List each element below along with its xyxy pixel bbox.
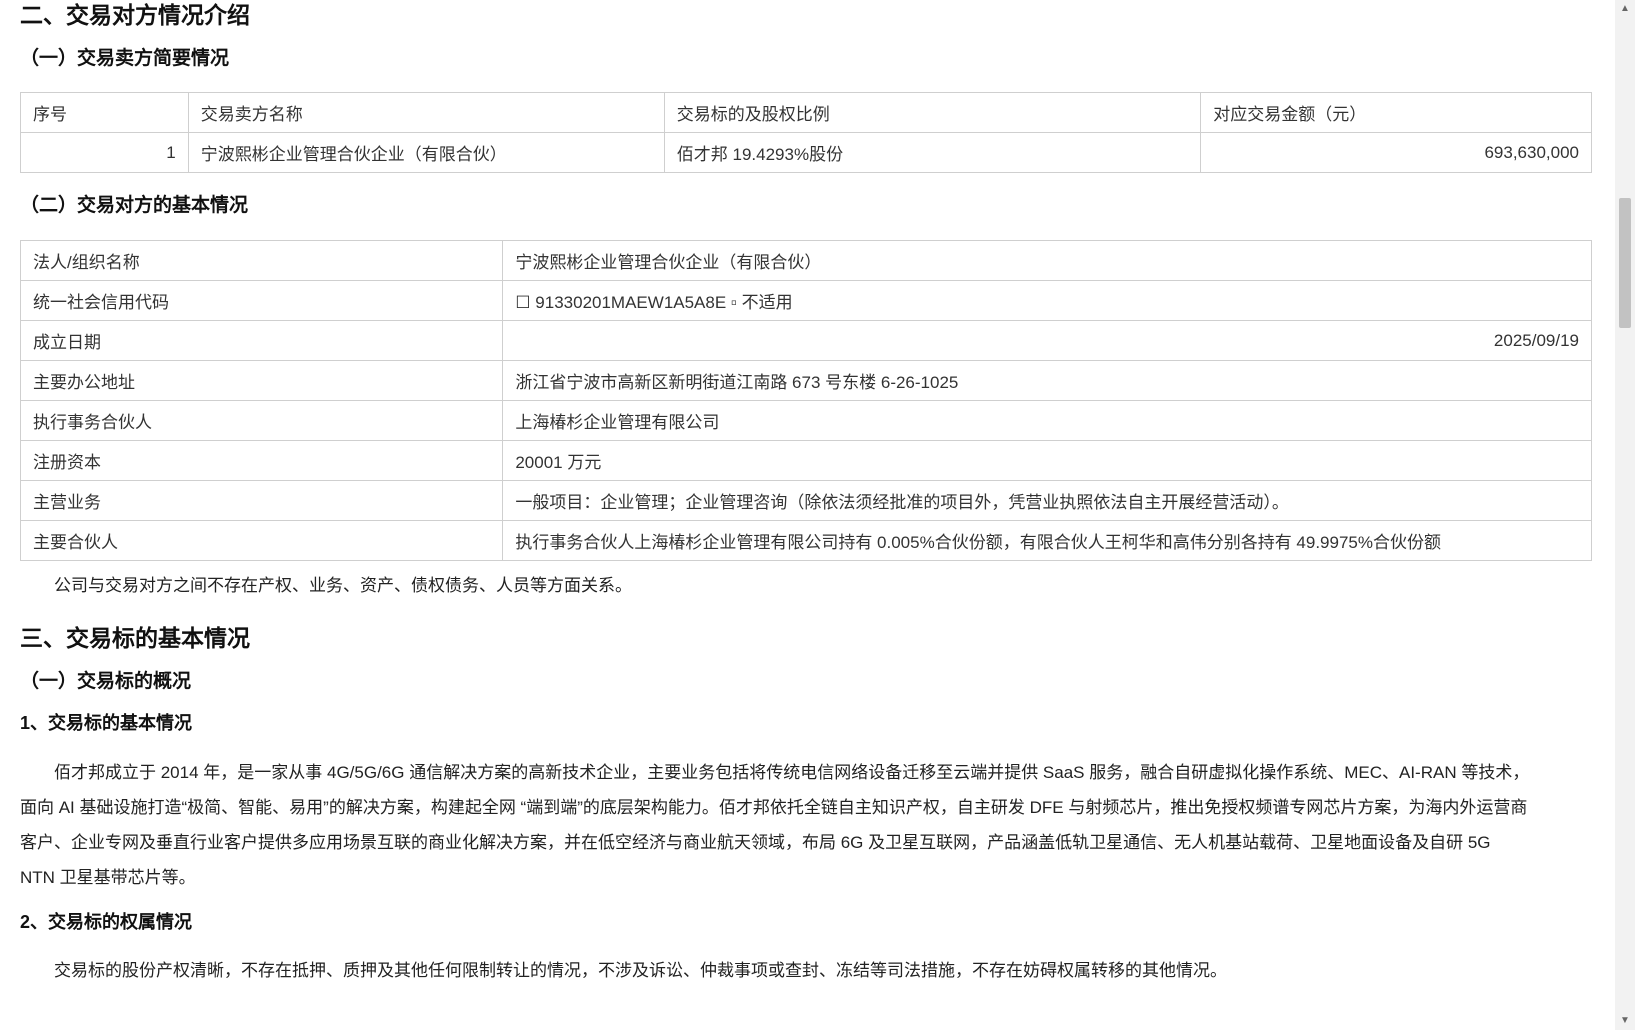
table-row: 法人/组织名称 宁波熙彬企业管理合伙企业（有限合伙）	[19, 240, 1592, 281]
header-cell: 序号	[20, 92, 189, 133]
table-row: 主要办公地址 浙江省宁波市高新区新明街道江南路 673 号东楼 6-26-102…	[19, 360, 1592, 401]
info-label: 成立日期	[19, 320, 504, 361]
ownership-description: 交易标的股份产权清晰，不存在抵押、质押及其他任何限制转让的情况，不涉及诉讼、仲裁…	[54, 961, 1227, 980]
info-label: 主营业务	[19, 480, 504, 521]
seller-table-container: 序号 交易卖方名称 交易标的及股权比例 对应交易金额（元） 1 宁波熙彬企业管理…	[20, 92, 1592, 173]
transaction-amount: 693,630,000	[1200, 132, 1592, 173]
seller-name: 宁波熙彬企业管理合伙企业（有限合伙）	[187, 132, 665, 173]
table-row: 主要合伙人 执行事务合伙人上海椿杉企业管理有限公司持有 0.005%合伙份额，有…	[19, 520, 1592, 561]
seller-table: 序号 交易卖方名称 交易标的及股权比例 对应交易金额（元） 1 宁波熙彬企业管理…	[20, 92, 1592, 173]
subsection-heading: （二）交易对方的基本情况	[20, 193, 248, 219]
item-paragraph-block: 佰才邦成立于 2014 年，是一家从事 4G/5G/6G 通信解决方案的高新技术…	[20, 755, 1530, 895]
scroll-up-icon[interactable]: ▲	[1615, 0, 1635, 18]
section-3-heading: 三、交易标的基本情况	[20, 623, 250, 653]
target-share: 佰才邦 19.4293%股份	[663, 132, 1202, 173]
info-value: 浙江省宁波市高新区新明街道江南路 673 号东楼 6-26-1025	[502, 360, 1592, 401]
table-header-row: 序号 交易卖方名称 交易标的及股权比例 对应交易金额（元）	[20, 92, 1592, 133]
info-value: 20001 万元	[502, 440, 1592, 481]
info-label: 主要办公地址	[19, 360, 504, 401]
item-paragraph-block: 交易标的股份产权清晰，不存在抵押、质押及其他任何限制转让的情况，不涉及诉讼、仲裁…	[20, 953, 1592, 988]
section-title: 三、交易标的基本情况	[20, 625, 250, 651]
subsection-title: （一）交易卖方简要情况	[20, 48, 230, 69]
subsection-title: （一）交易标的概况	[20, 671, 192, 692]
info-label: 法人/组织名称	[19, 240, 504, 281]
info-value: 宁波熙彬企业管理合伙企业（有限合伙）	[502, 240, 1592, 281]
item-heading: 1、交易标的基本情况	[20, 711, 192, 735]
subsection-heading: （一）交易卖方简要情况	[20, 46, 229, 72]
counterparty-info-table: 法人/组织名称 宁波熙彬企业管理合伙企业（有限合伙） 统一社会信用代码 ☐ 91…	[19, 240, 1592, 561]
header-cell: 交易卖方名称	[187, 92, 665, 133]
section-title: 二、交易对方情况介绍	[20, 2, 250, 28]
table-row: 执行事务合伙人 上海椿杉企业管理有限公司	[19, 400, 1592, 441]
relation-note-block: 公司与交易对方之间不存在产权、业务、资产、债权债务、人员等方面关系。	[20, 568, 1592, 603]
info-label: 注册资本	[19, 440, 504, 481]
section-2-heading: 二、交易对方情况介绍	[20, 0, 250, 30]
scroll-thumb[interactable]	[1619, 198, 1631, 328]
table-row: 成立日期 2025/09/19	[19, 320, 1592, 361]
item-heading: 2、交易标的权属情况	[20, 910, 192, 934]
table-row: 统一社会信用代码 ☐ 91330201MAEW1A5A8E ▫ 不适用	[19, 280, 1592, 321]
info-label: 执行事务合伙人	[19, 400, 504, 441]
info-label: 主要合伙人	[19, 520, 504, 561]
target-description: 佰才邦成立于 2014 年，是一家从事 4G/5G/6G 通信解决方案的高新技术…	[20, 763, 1530, 887]
table-row: 注册资本 20001 万元	[19, 440, 1592, 481]
row-index: 1	[20, 132, 189, 173]
table-row: 主营业务 一般项目：企业管理；企业管理咨询（除依法须经批准的项目外，凭营业执照依…	[19, 480, 1592, 521]
subsection-heading: （一）交易标的概况	[20, 669, 191, 695]
header-cell: 对应交易金额（元）	[1200, 92, 1592, 133]
header-cell: 交易标的及股权比例	[663, 92, 1202, 133]
relation-note: 公司与交易对方之间不存在产权、业务、资产、债权债务、人员等方面关系。	[54, 576, 632, 595]
vertical-scrollbar[interactable]: ▲ ▼	[1615, 0, 1635, 1030]
info-value: 上海椿杉企业管理有限公司	[502, 400, 1592, 441]
subsection-title: （二）交易对方的基本情况	[20, 195, 249, 216]
table-row: 1 宁波熙彬企业管理合伙企业（有限合伙） 佰才邦 19.4293%股份 693,…	[20, 132, 1592, 173]
info-table-container: 法人/组织名称 宁波熙彬企业管理合伙企业（有限合伙） 统一社会信用代码 ☐ 91…	[19, 240, 1592, 561]
item-title: 2、交易标的权属情况	[20, 912, 193, 932]
info-label: 统一社会信用代码	[19, 280, 504, 321]
info-value: ☐ 91330201MAEW1A5A8E ▫ 不适用	[502, 280, 1592, 321]
info-value: 执行事务合伙人上海椿杉企业管理有限公司持有 0.005%合伙份额，有限合伙人王柯…	[502, 520, 1592, 561]
item-title: 1、交易标的基本情况	[20, 713, 193, 733]
info-value: 2025/09/19	[502, 320, 1592, 361]
scroll-down-icon[interactable]: ▼	[1615, 1012, 1635, 1030]
info-value: 一般项目：企业管理；企业管理咨询（除依法须经批准的项目外，凭营业执照依法自主开展…	[502, 480, 1592, 521]
